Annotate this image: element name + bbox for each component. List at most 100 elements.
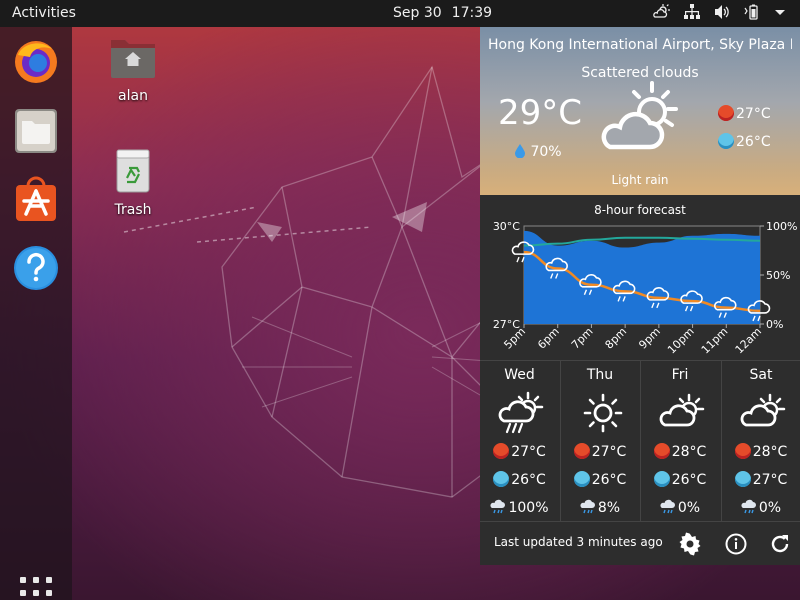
- hot-face-icon: [653, 443, 670, 459]
- hour-tick-label: 10pm: [665, 325, 697, 357]
- cold-face-icon: [718, 133, 734, 149]
- day-high-value: 28°C: [671, 444, 707, 460]
- clock-button[interactable]: Sep 30 17:39: [393, 5, 502, 21]
- weather-icon[interactable]: [652, 4, 670, 20]
- day-precip-value: 0%: [758, 500, 782, 516]
- axis-label-temp-max: 30°C: [493, 220, 520, 233]
- day-name: Wed: [504, 367, 535, 383]
- info-icon[interactable]: [724, 532, 748, 556]
- settings-gear-icon[interactable]: [678, 532, 702, 556]
- day-low: 26°C: [480, 471, 559, 488]
- day-low-value: 26°C: [671, 472, 707, 488]
- home-folder-icon[interactable]: alan: [93, 36, 173, 104]
- hour-tick-label: 12am: [733, 325, 764, 356]
- rain-streak: [516, 256, 525, 263]
- secondary-condition-label: Light rain: [611, 173, 669, 187]
- day-forecast: Fri 28°C 26°C 0%: [640, 361, 719, 521]
- firefox-icon[interactable]: [12, 37, 60, 85]
- hour-tick-label: 7pm: [569, 325, 596, 352]
- humidity-drop-icon: [515, 144, 525, 159]
- ubuntu-software-icon[interactable]: [12, 176, 60, 224]
- cloud-sun-icon: [659, 391, 707, 439]
- network-icon[interactable]: [684, 4, 700, 20]
- cold-face-icon: [573, 471, 590, 487]
- day-low-value: 26°C: [591, 472, 627, 488]
- day-forecast: Thu 27°C 26°C 8%: [560, 361, 639, 521]
- axis-label-percent: 50%: [766, 269, 790, 282]
- low-temperature: 26°C: [718, 133, 771, 150]
- axis-label-percent: 100%: [766, 220, 797, 233]
- day-high: 28°C: [641, 443, 719, 460]
- rain-cloud-icon: [490, 499, 506, 514]
- day-precipitation: 8%: [561, 499, 639, 516]
- cloud-sun-icon: [740, 391, 788, 439]
- show-applications-button[interactable]: [20, 577, 52, 600]
- day-name: Sat: [749, 367, 773, 383]
- day-high-value: 27°C: [511, 444, 546, 460]
- current-temperature: 29°C: [498, 93, 583, 133]
- dock: [0, 27, 72, 600]
- hour-tick-label: 8pm: [603, 325, 630, 352]
- trash-icon[interactable]: Trash: [93, 148, 173, 218]
- volume-icon[interactable]: [714, 4, 730, 20]
- day-name: Fri: [671, 367, 689, 383]
- trash-label: Trash: [114, 202, 152, 218]
- menu-arrow-icon[interactable]: [774, 4, 786, 20]
- heavy-rain-cloud-sun-icon: [498, 391, 546, 439]
- daily-forecast: Wed 27°C 26°C 100% Thu 27°C 26°C 8% Fri …: [480, 360, 800, 521]
- day-precipitation: 0%: [641, 499, 719, 516]
- day-low-value: 27°C: [752, 472, 788, 488]
- day-precipitation: 100%: [480, 499, 559, 516]
- folder-icon: [111, 40, 155, 78]
- scattered-clouds-icon: [596, 79, 686, 163]
- day-low: 27°C: [722, 471, 800, 488]
- cold-face-icon: [734, 471, 751, 487]
- low-temp-value: 26°C: [736, 134, 771, 150]
- current-weather-panel: Hong Kong International Airport, Sky Pla…: [480, 27, 800, 195]
- hourly-forecast-chart: 30°C27°C100%50%0%5pm 6pm 7pm 8pm 9pm 10pm 11pm…: [493, 220, 798, 357]
- hot-face-icon: [718, 105, 734, 121]
- day-precip-value: 8%: [597, 500, 621, 516]
- day-precip-value: 0%: [677, 500, 701, 516]
- hot-face-icon: [734, 443, 751, 459]
- hour-tick-label: 9pm: [636, 325, 663, 352]
- activities-button[interactable]: Activities: [12, 5, 76, 21]
- last-updated-label: Last updated 3 minutes ago: [494, 535, 663, 549]
- day-precipitation: 0%: [722, 499, 800, 516]
- day-high: 28°C: [722, 443, 800, 460]
- date-label: Sep 30: [393, 5, 442, 21]
- battery-icon[interactable]: [744, 4, 760, 20]
- cold-face-icon: [493, 471, 510, 487]
- top-bar: Activities Sep 30 17:39: [0, 0, 800, 27]
- trash-can-icon: [116, 149, 150, 193]
- rain-cloud-icon: [660, 499, 675, 514]
- high-temp-value: 27°C: [736, 106, 771, 122]
- location-label[interactable]: Hong Kong International Airport, Sky Pla…: [488, 37, 792, 53]
- day-low: 26°C: [561, 471, 639, 488]
- axis-label-percent: 0%: [766, 318, 783, 331]
- hour-tick-label: 11pm: [699, 325, 731, 357]
- hot-face-icon: [573, 443, 590, 459]
- rain-cloud-icon: [580, 499, 595, 514]
- high-temperature: 27°C: [718, 105, 771, 122]
- hot-face-icon: [493, 443, 510, 459]
- system-tray[interactable]: [652, 4, 786, 20]
- cold-face-icon: [653, 471, 670, 487]
- help-icon[interactable]: [12, 244, 60, 292]
- day-low: 26°C: [641, 471, 719, 488]
- hourly-forecast: 8-hour forecast 30°C 27°C 100% 50% 0% 5pm 6pm 7…: [480, 195, 800, 360]
- time-label: 17:39: [451, 5, 493, 21]
- day-high-value: 27°C: [591, 444, 627, 460]
- day-forecast: Sat 28°C 27°C 0%: [721, 361, 800, 521]
- refresh-icon[interactable]: [768, 532, 792, 556]
- hour-tick-label: 6pm: [535, 325, 562, 352]
- humidity-value: 70%: [530, 144, 562, 160]
- day-high: 27°C: [480, 443, 559, 460]
- sun-icon: [579, 391, 627, 439]
- rain-cloud-icon: [741, 499, 756, 514]
- weather-footer: Last updated 3 minutes ago: [480, 521, 800, 565]
- day-high-value: 28°C: [752, 444, 788, 460]
- files-icon[interactable]: [12, 107, 60, 155]
- humidity: 70%: [514, 144, 562, 160]
- day-forecast: Wed 27°C 26°C 100%: [480, 361, 559, 521]
